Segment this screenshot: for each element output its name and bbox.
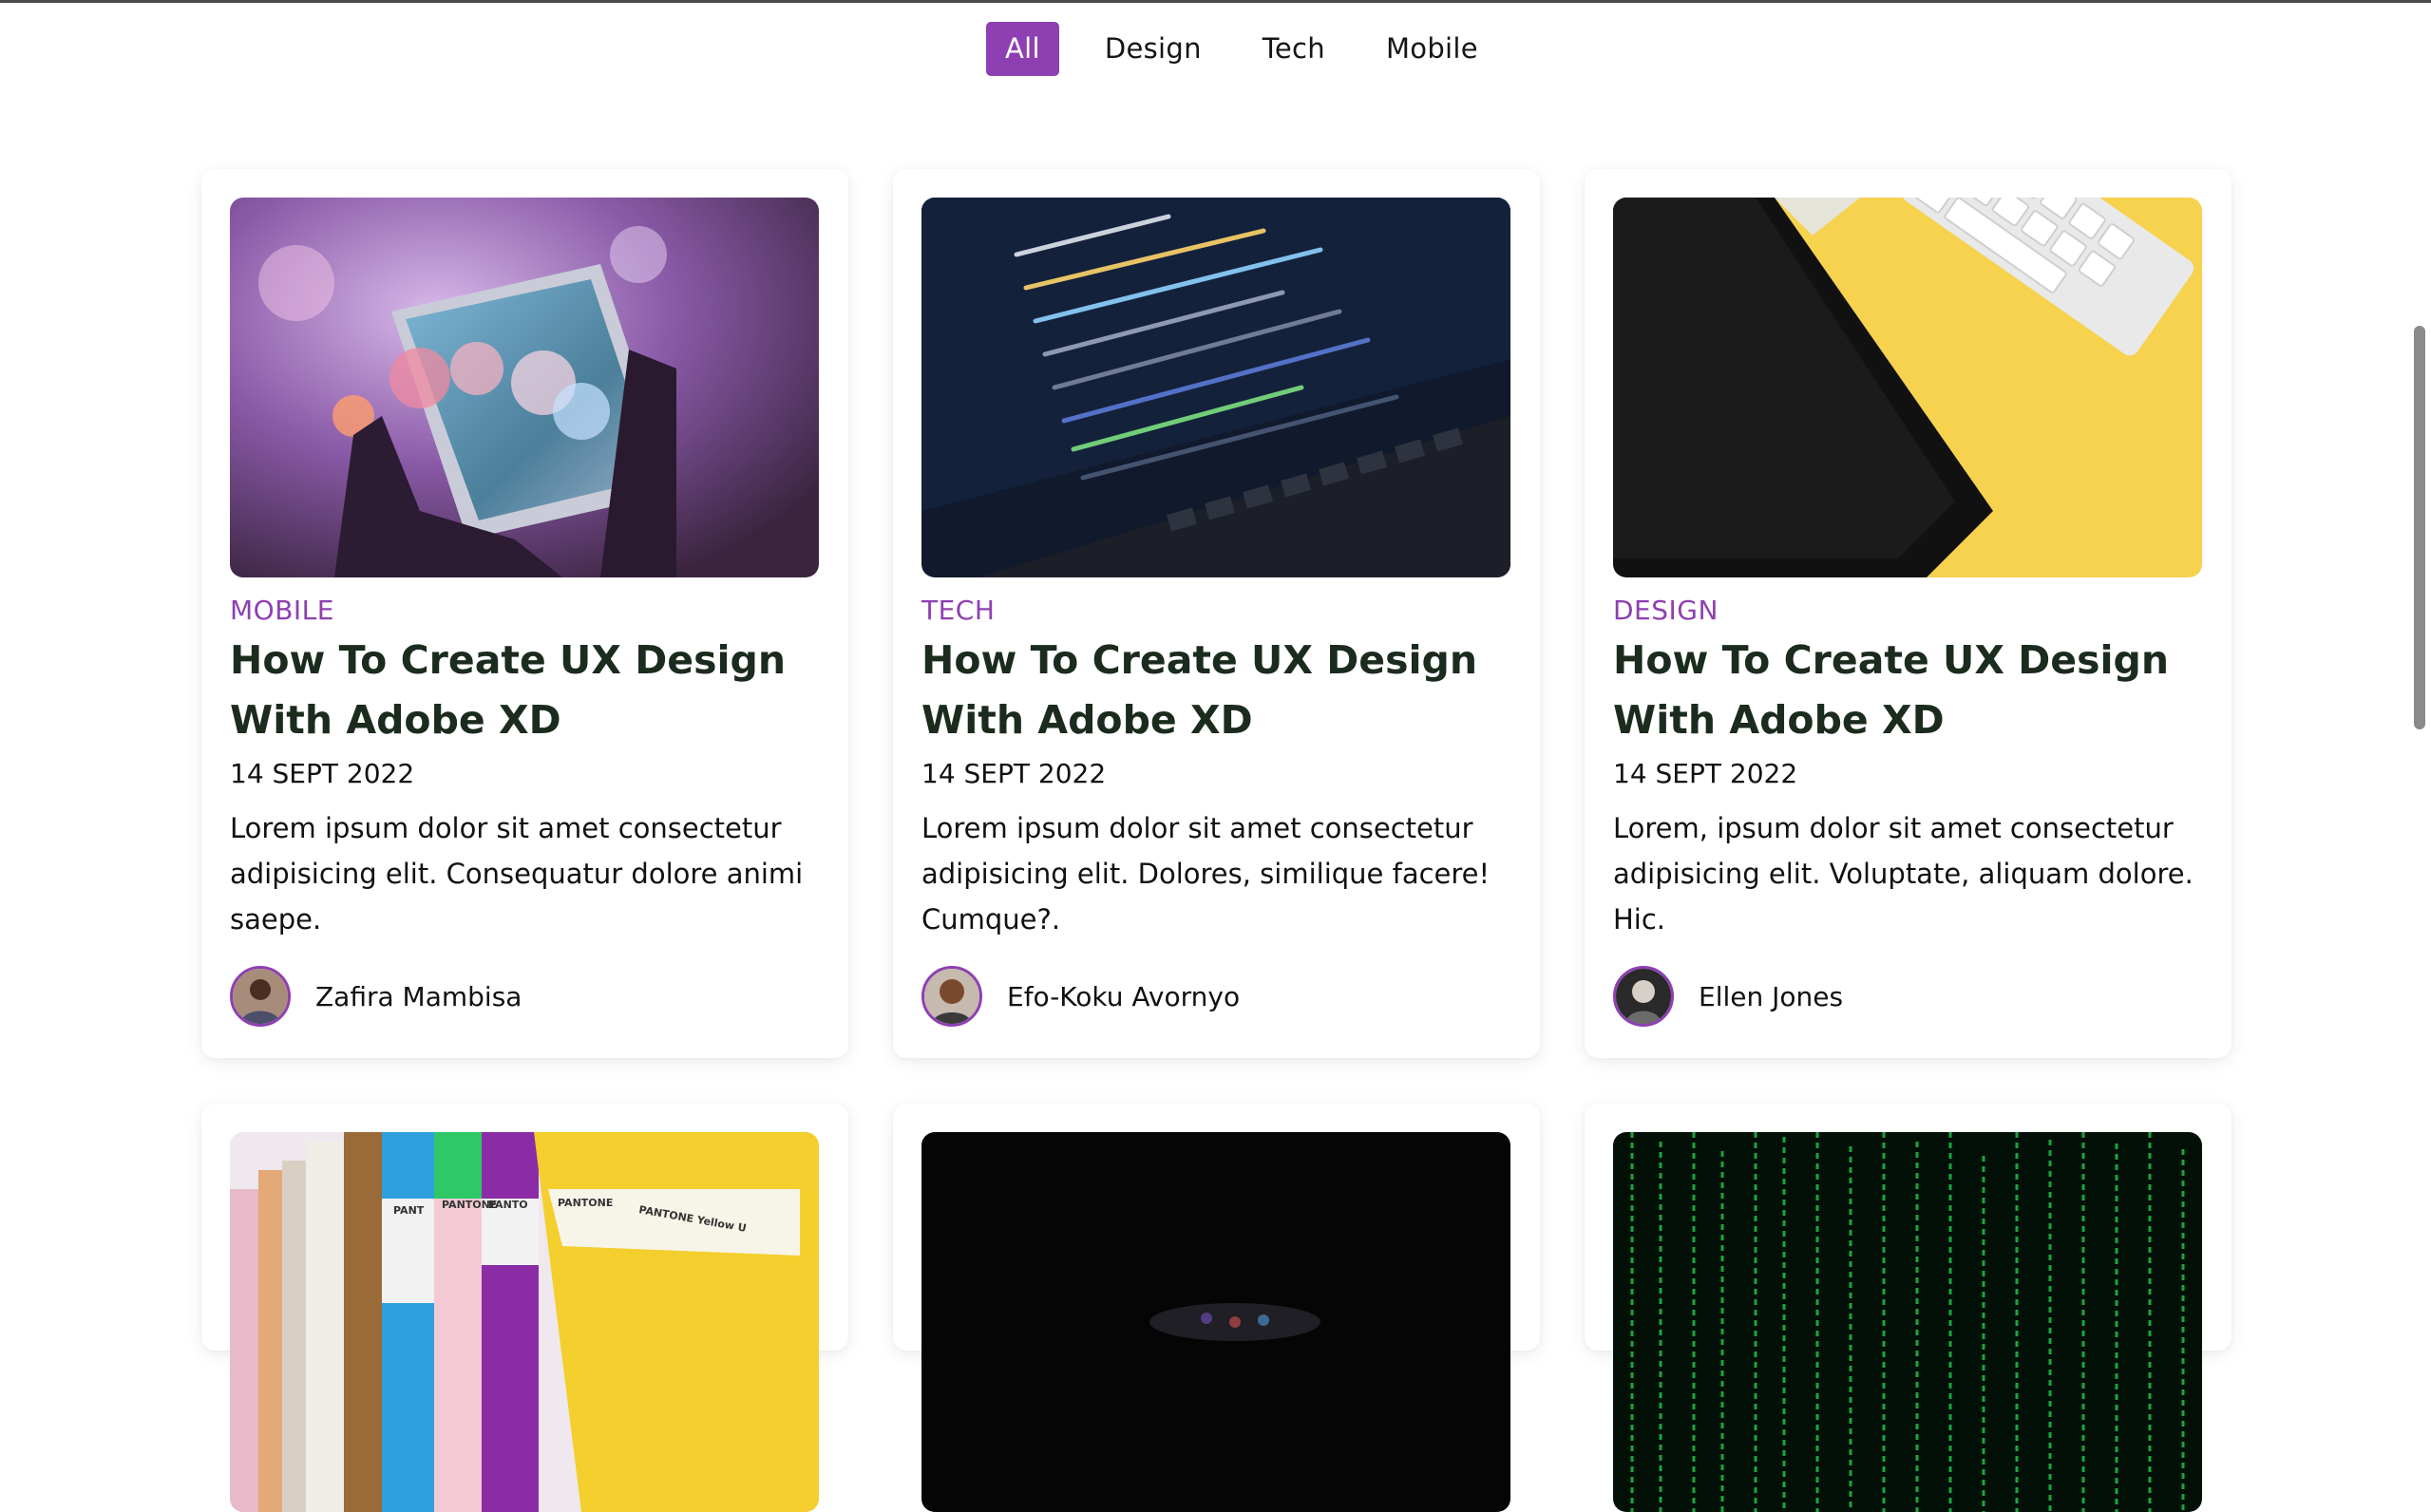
laptop-code-photo bbox=[921, 198, 1510, 577]
filter-tab-tech[interactable]: Tech bbox=[1245, 22, 1342, 76]
swatch-label: PANTO bbox=[488, 1199, 528, 1211]
author-name: Ellen Jones bbox=[1699, 980, 1844, 1012]
post-excerpt: Lorem, ipsum dolor sit amet consectetur … bbox=[1613, 812, 2194, 936]
post-title[interactable]: How To Create UX Design With Adobe XD bbox=[1613, 631, 2202, 750]
post-card[interactable]: PANT PANTONE PANTO PANTONE PANTONE Yello… bbox=[201, 1104, 848, 1512]
filter-tab-all[interactable]: All bbox=[986, 22, 1059, 76]
post-image-laptop-code[interactable] bbox=[921, 198, 1510, 577]
author-name: Efo-Koku Avornyo bbox=[1007, 980, 1241, 1012]
author-avatar bbox=[230, 966, 291, 1027]
post-image-tablet-keyboard[interactable] bbox=[1613, 198, 2202, 577]
post-card[interactable] bbox=[1585, 1104, 2232, 1512]
page-scrollbar[interactable] bbox=[2414, 326, 2425, 729]
post-card[interactable]: TECH How To Create UX Design With Adobe … bbox=[893, 169, 1540, 1058]
post-excerpt: Lorem ipsum dolor sit amet consectetur a… bbox=[921, 812, 1491, 936]
swatch-label: PANTONE bbox=[558, 1197, 613, 1209]
author-avatar bbox=[1613, 966, 1674, 1027]
post-card[interactable]: DESIGN How To Create UX Design With Adob… bbox=[1585, 169, 2232, 1058]
post-author[interactable]: Efo-Koku Avornyo bbox=[921, 963, 1240, 1030]
author-name: Zafira Mambisa bbox=[315, 980, 522, 1012]
phone-bokeh-photo bbox=[230, 198, 819, 577]
post-category: DESIGN bbox=[1613, 595, 1719, 626]
post-image-pantone[interactable]: PANT PANTONE PANTO PANTONE PANTONE Yello… bbox=[230, 1132, 819, 1512]
window-top-border bbox=[0, 0, 2431, 3]
post-image-dark-phone[interactable] bbox=[921, 1132, 1510, 1512]
matrix-code-photo bbox=[1613, 1132, 2202, 1512]
post-image-phone-bokeh[interactable] bbox=[230, 198, 819, 577]
post-category: MOBILE bbox=[230, 595, 334, 626]
post-date: 14 SEPT 2022 bbox=[1613, 758, 1798, 789]
post-category: TECH bbox=[921, 595, 996, 626]
author-avatar bbox=[921, 966, 982, 1027]
swatch-label: PANT bbox=[393, 1204, 425, 1217]
post-title[interactable]: How To Create UX Design With Adobe XD bbox=[921, 631, 1510, 750]
post-title[interactable]: How To Create UX Design With Adobe XD bbox=[230, 631, 819, 750]
pantone-swatches-photo: PANT PANTONE PANTO PANTONE PANTONE Yello… bbox=[230, 1132, 819, 1512]
category-filter-tabs: All Design Tech Mobile bbox=[986, 22, 1522, 76]
post-excerpt: Lorem ipsum dolor sit amet consectetur a… bbox=[230, 812, 804, 936]
tablet-keyboard-yellow-photo bbox=[1613, 198, 2202, 577]
post-card[interactable] bbox=[893, 1104, 1540, 1512]
post-card[interactable]: MOBILE How To Create UX Design With Adob… bbox=[201, 169, 848, 1058]
post-date: 14 SEPT 2022 bbox=[230, 758, 415, 789]
post-author[interactable]: Ellen Jones bbox=[1613, 963, 1843, 1030]
filter-tab-mobile[interactable]: Mobile bbox=[1369, 22, 1495, 76]
post-author[interactable]: Zafira Mambisa bbox=[230, 963, 522, 1030]
post-date: 14 SEPT 2022 bbox=[921, 758, 1107, 789]
dark-phone-photo bbox=[921, 1132, 1510, 1512]
post-image-matrix[interactable] bbox=[1613, 1132, 2202, 1512]
filter-tab-design[interactable]: Design bbox=[1088, 22, 1219, 76]
